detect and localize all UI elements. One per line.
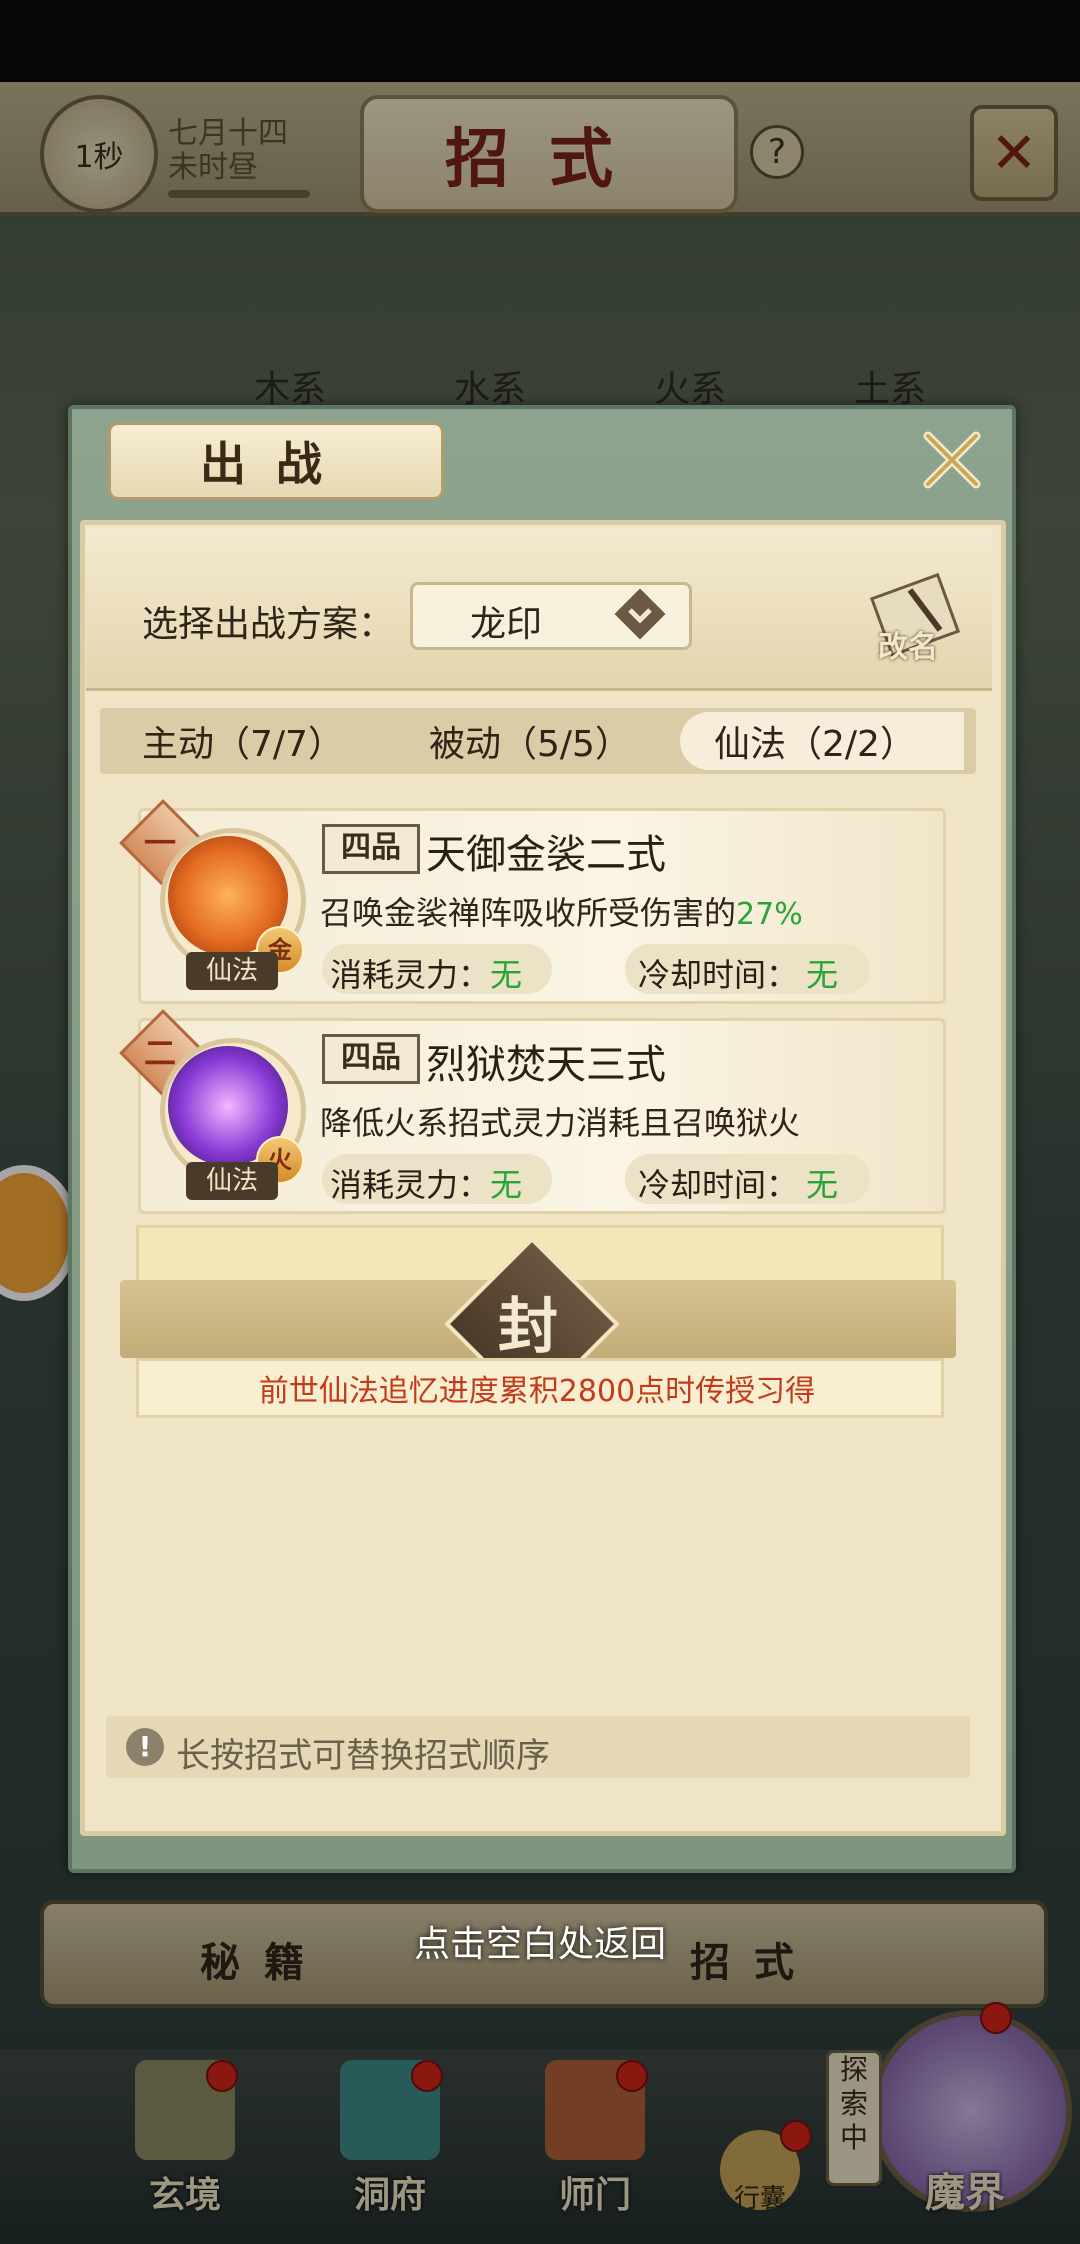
cooldown-value: 无 (806, 956, 839, 994)
info-icon: ! (126, 1728, 164, 1766)
cost-stat: 消耗灵力：无 (330, 1160, 522, 1206)
tab-passive-skills[interactable]: 被动（5/5） (395, 710, 665, 772)
plan-label: 选择出战方案： (142, 604, 395, 645)
description-text: 降低火系招式灵力消耗且召唤狱火 (320, 1104, 801, 1142)
rename-label: 改名 (878, 630, 938, 665)
cooldown-value: 无 (806, 1166, 839, 1204)
skill-type-tag: 仙法 (186, 1162, 278, 1200)
skill-name: 天御金裟二式 (426, 832, 666, 878)
dialog-title: 出战 (108, 422, 444, 500)
description-text: 召唤金裟禅阵吸收所受伤害的 (320, 894, 737, 932)
skill-description: 降低火系招式灵力消耗且召唤狱火 (320, 1098, 800, 1144)
cooldown-stat: 冷却时间：无 (638, 950, 838, 996)
unlock-condition-text: 前世仙法追忆进度累积2800点时传授习得 (258, 1374, 816, 1409)
grade-tag: 四品 (322, 824, 420, 874)
grade-tag: 四品 (322, 1034, 420, 1084)
tab-active-skills[interactable]: 主动（7/7） (108, 710, 378, 772)
close-x-icon (923, 431, 981, 489)
dialog-close-button[interactable] (912, 420, 992, 500)
seal-character: 封 (498, 1292, 558, 1362)
cost-stat: 消耗灵力：无 (330, 950, 522, 996)
tab-immortal-arts[interactable]: 仙法（2/2） (680, 710, 950, 772)
cost-label: 消耗灵力： (330, 956, 491, 994)
plan-selected-value: 龙印 (470, 604, 543, 645)
cooldown-stat: 冷却时间：无 (638, 1160, 838, 1206)
tap-to-return-hint: 点击空白处返回 (413, 1924, 666, 1965)
cooldown-label: 冷却时间： (638, 956, 799, 994)
skill-description: 召唤金裟禅阵吸收所受伤害的27% (320, 888, 803, 934)
cost-label: 消耗灵力： (330, 1166, 491, 1204)
skill-type-tag: 仙法 (186, 952, 278, 990)
chevron-down-icon[interactable] (612, 586, 668, 642)
rename-button[interactable]: 改名 (860, 560, 970, 670)
skill-name: 烈狱焚天三式 (426, 1042, 666, 1088)
description-highlight: 27% (736, 897, 803, 932)
hint-text: 长按招式可替换招式顺序 (176, 1736, 550, 1776)
cost-value: 无 (490, 1166, 523, 1204)
cost-value: 无 (490, 956, 523, 994)
cooldown-label: 冷却时间： (638, 1166, 799, 1204)
